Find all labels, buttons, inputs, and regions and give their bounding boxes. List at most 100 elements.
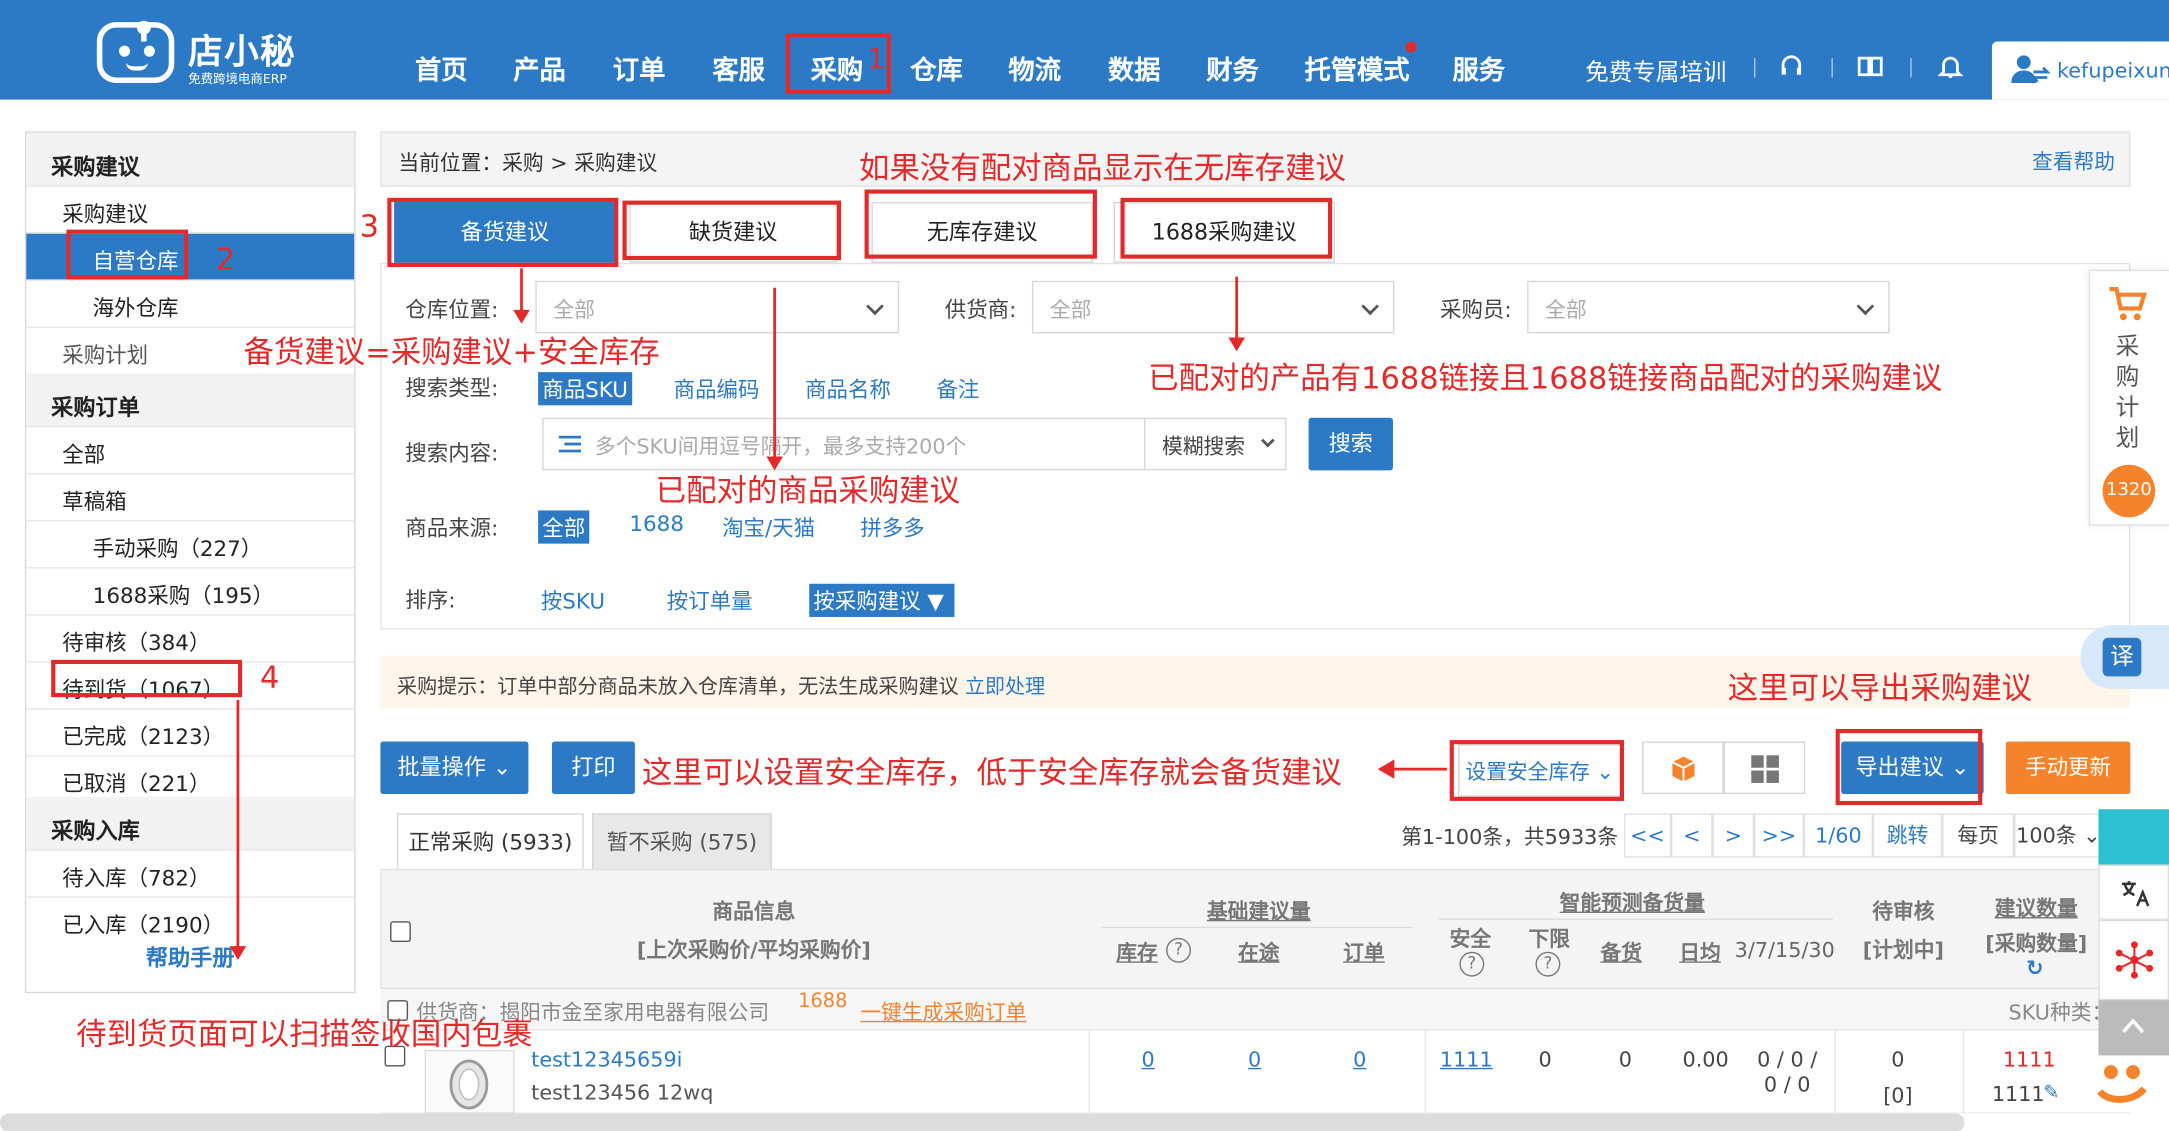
sidebar-item-all[interactable]: 全部	[26, 426, 355, 473]
ai-assistant-button[interactable]	[2098, 919, 2169, 1001]
header-divider	[1438, 918, 1833, 920]
nav-orders[interactable]: 订单	[613, 50, 666, 87]
nav-data[interactable]: 数据	[1108, 50, 1161, 87]
sidebar-item-pending-review[interactable]: 待审核（384）	[26, 614, 355, 661]
source-1688[interactable]: 1688	[629, 512, 684, 537]
annotation-arrow	[766, 287, 783, 471]
refresh-icon[interactable]: ↻	[2024, 957, 2046, 979]
per-page-select[interactable]: 100条 ⌄	[2014, 813, 2103, 858]
nav-warehouse[interactable]: 仓库	[910, 50, 963, 87]
user-menu[interactable]: kefupeixun	[1991, 41, 2169, 100]
sidebar-item-purchase-suggestion[interactable]: 采购建议	[26, 185, 355, 232]
print-button[interactable]: 打印	[551, 741, 635, 795]
select-all-checkbox[interactable]	[390, 921, 411, 943]
sidebar-item-manual-purchase[interactable]: 手动采购（227）	[26, 520, 355, 567]
per-page-label: 每页	[1942, 813, 2015, 858]
annotation-box-awaiting	[51, 659, 243, 698]
col-planned: [计划中]	[1862, 937, 1945, 963]
grid-icon	[1750, 755, 1779, 783]
grid-view-button[interactable]	[1723, 741, 1806, 795]
buyer-select[interactable]: 全部	[1527, 280, 1890, 334]
sidebar-item-drafts[interactable]: 草稿箱	[26, 473, 355, 520]
tab-paused-purchase[interactable]: 暂不采购 (575)	[592, 813, 772, 869]
translate-widget[interactable]: 译	[2080, 625, 2169, 689]
search-type-name[interactable]: 商品名称	[805, 373, 891, 403]
row-in-transit[interactable]: 0	[1238, 1047, 1271, 1072]
manual-update-button[interactable]: 手动更新	[2005, 741, 2131, 795]
sidebar-item-1688-purchase[interactable]: 1688采购（195）	[26, 567, 355, 614]
search-type-note[interactable]: 备注	[936, 373, 979, 403]
purchase-plan-widget[interactable]: 采购计划 1320	[2088, 269, 2169, 526]
pager-jump[interactable]: 跳转	[1872, 813, 1943, 858]
annotation-arrow	[513, 268, 530, 324]
box-view-button[interactable]	[1641, 741, 1724, 795]
source-label: 商品来源:	[405, 515, 499, 541]
annotation-number-2: 2	[215, 243, 236, 279]
nav-finance[interactable]: 财务	[1206, 50, 1259, 87]
row-safety-stock[interactable]: 1111	[1439, 1047, 1494, 1072]
nav-products[interactable]: 产品	[513, 50, 566, 87]
search-button[interactable]: 搜索	[1308, 417, 1393, 471]
search-type-code[interactable]: 商品编码	[674, 373, 760, 403]
row-purchase-qty[interactable]: 1111	[1989, 1082, 2047, 1107]
nav-logistics[interactable]: 物流	[1008, 50, 1061, 87]
headset-icon[interactable]	[1778, 53, 1806, 81]
app-logo[interactable]: 店小秘 免费跨境电商ERP	[91, 11, 312, 91]
row-pending-review: 0	[1891, 1047, 1905, 1073]
sidebar-item-overseas-warehouse[interactable]: 海外仓库	[26, 279, 355, 326]
product-sku[interactable]: test12345659i	[531, 1047, 682, 1072]
view-help-link[interactable]: 查看帮助	[2032, 147, 2115, 176]
sidebar-item-completed[interactable]: 已完成（2123）	[26, 708, 355, 755]
batch-operation-button[interactable]: 批量操作 ⌄	[380, 741, 529, 795]
product-thumbnail[interactable]	[424, 1049, 515, 1114]
annotation-box-shortage	[622, 200, 842, 261]
horizontal-scrollbar[interactable]	[0, 1113, 1965, 1131]
purchase-plan-label: 采购计划	[2115, 333, 2140, 453]
annotation-arrow	[229, 699, 247, 961]
bell-icon[interactable]	[1937, 53, 1965, 81]
free-training-link[interactable]: 免费专属培训	[1585, 53, 1726, 87]
translate-tool-button[interactable]	[2098, 864, 2169, 920]
chat-service-button[interactable]	[2098, 809, 2169, 865]
pager-page[interactable]: 1/60	[1803, 813, 1873, 858]
edit-icon[interactable]: ✎	[2043, 1082, 2065, 1104]
book-icon[interactable]	[1856, 53, 1884, 81]
sort-by-sku[interactable]: 按SKU	[541, 585, 605, 615]
fuzzy-search-select[interactable]: 模糊搜索	[1143, 419, 1286, 469]
sidebar-item-received[interactable]: 已入库（2190）	[26, 896, 355, 943]
pager-first[interactable]: <<	[1623, 813, 1672, 858]
search-input[interactable]: 多个SKU间用逗号隔开，最多支持200个 模糊搜索	[542, 417, 1287, 471]
user-avatar-icon	[2011, 55, 2051, 83]
tab-normal-purchase[interactable]: 正常采购 (5933)	[397, 813, 584, 869]
nav-service[interactable]: 客服	[712, 50, 765, 87]
top-nav-bar	[0, 0, 2169, 100]
sidebar-item-cancelled[interactable]: 已取消（221）	[26, 755, 355, 802]
pager-last[interactable]: >>	[1754, 813, 1804, 858]
row-order[interactable]: 0	[1343, 1047, 1376, 1072]
1688-logo-icon[interactable]	[2092, 1055, 2153, 1110]
help-icon[interactable]: ?	[1535, 951, 1561, 977]
chevron-down-icon	[1260, 433, 1275, 448]
search-type-sku[interactable]: 商品SKU	[538, 372, 633, 406]
sidebar-item-to-be-received[interactable]: 待入库（782）	[26, 849, 355, 896]
product-image	[449, 1059, 489, 1110]
help-icon[interactable]: ?	[1459, 951, 1485, 977]
supplier-select[interactable]: 全部	[1031, 280, 1395, 334]
pager-next[interactable]: >	[1712, 813, 1755, 858]
pager-prev[interactable]: <	[1671, 813, 1713, 858]
one-click-generate-link[interactable]: 一键生成采购订单	[860, 997, 1026, 1026]
nav-services[interactable]: 服务	[1452, 50, 1505, 87]
source-taobao[interactable]: 淘宝/天猫	[722, 512, 815, 542]
nav-home[interactable]: 首页	[415, 50, 468, 87]
source-all[interactable]: 全部	[538, 510, 590, 544]
help-manual-link[interactable]: 帮助手册	[26, 939, 354, 972]
help-icon[interactable]: ?	[1166, 937, 1192, 963]
nav-hosting[interactable]: 托管模式	[1304, 50, 1409, 87]
sort-by-suggestion[interactable]: 按采购建议 ▼	[809, 583, 955, 617]
row-stock[interactable]: 0	[1132, 1047, 1165, 1072]
sort-by-orders[interactable]: 按订单量	[667, 585, 753, 615]
back-to-top-button[interactable]	[2098, 1000, 2169, 1056]
source-pinduoduo[interactable]: 拼多多	[860, 512, 924, 542]
handle-now-link[interactable]: 立即处理	[965, 676, 1045, 698]
warehouse-select[interactable]: 全部	[535, 280, 900, 334]
